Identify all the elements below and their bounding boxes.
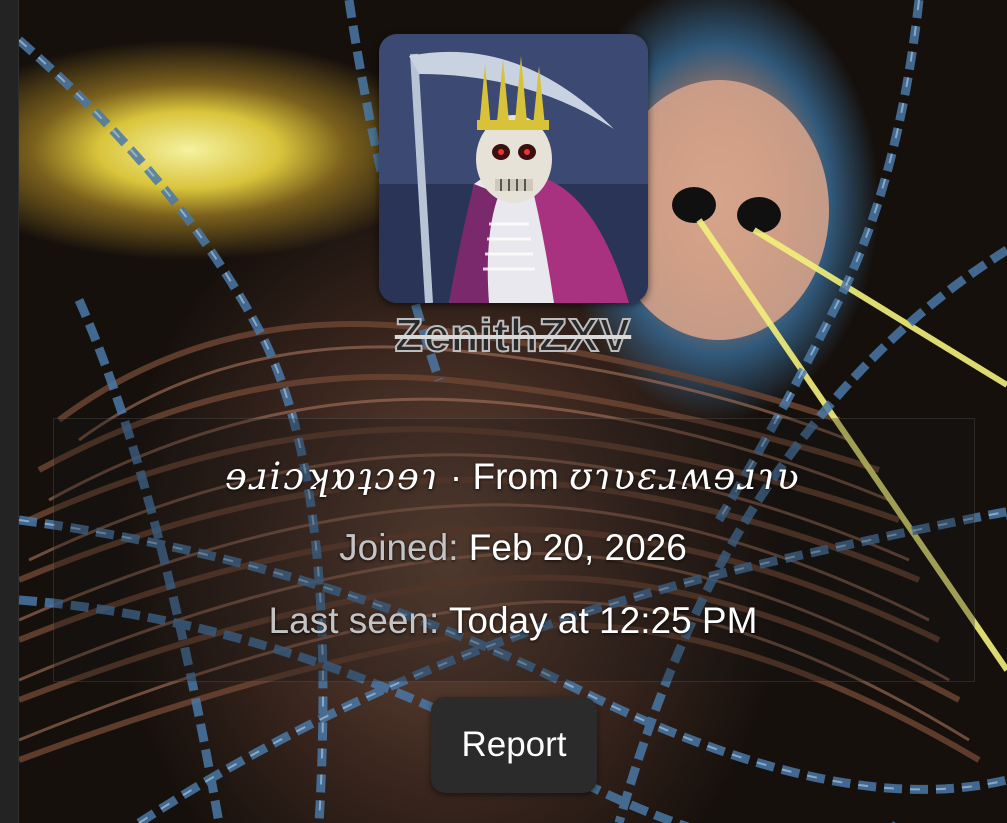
- last-seen-value: Today at 12:25 PM: [448, 600, 758, 641]
- avatar[interactable]: [379, 34, 648, 303]
- last-seen-line: Last seen: Today at 12:25 PM: [19, 600, 1007, 642]
- location-text: ʊɿʋɛɹʍɘɹɿʋ: [569, 455, 802, 498]
- joined-label: Joined:: [339, 527, 459, 568]
- grim-reaper-avatar-image: [379, 34, 648, 303]
- report-button[interactable]: Report: [431, 697, 597, 793]
- last-seen-label: Last seen:: [268, 600, 440, 641]
- username: ZenithZXV: [394, 308, 632, 362]
- joined-line: Joined: Feb 20, 2026: [19, 527, 1007, 569]
- separator-text: ·: [439, 456, 473, 497]
- from-label: From: [472, 456, 559, 497]
- occupation-location-line: ɘɹiɔʞɒʇɔɘɿ · From ʊɿʋɛɹʍɘɹɿʋ: [19, 455, 1007, 498]
- occupation-text: ɘɹiɔʞɒʇɔɘɿ: [224, 455, 440, 498]
- joined-value: Feb 20, 2026: [468, 527, 687, 568]
- profile-banner: ZenithZXV ɘɹiɔʞɒʇɔɘɿ · From ʊɿʋɛɹʍɘɹɿʋ J…: [19, 0, 1007, 823]
- left-edge-strip: [0, 0, 19, 823]
